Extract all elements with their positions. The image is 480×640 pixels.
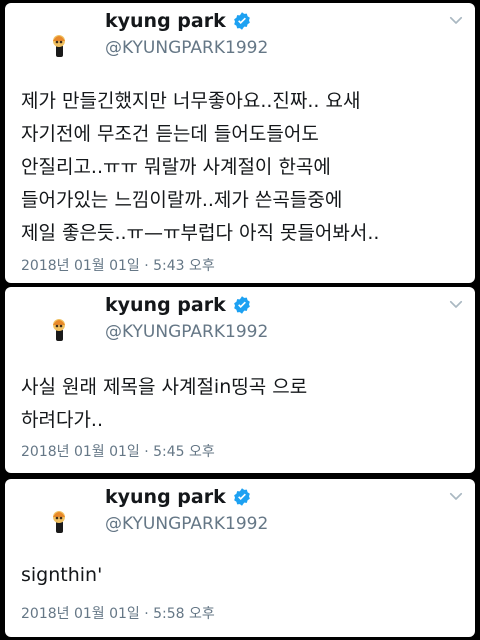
chevron-down-icon[interactable] — [447, 11, 465, 29]
tweet-timestamp[interactable]: 2018년 01월 01일 · 5:43 오후 — [21, 257, 215, 275]
author-handle[interactable]: @KYUNGPARK1992 — [105, 37, 268, 59]
tweet-text: 제가 만들긴했지만 너무좋아요..진짜.. 요새 자기전에 무조건 듣는데 들어… — [21, 90, 380, 244]
tweet-card[interactable]: kyung park @KYUNGPARK1992 제가 만들긴했지만 너무좋아… — [5, 3, 475, 283]
verified-badge-icon — [232, 11, 252, 31]
verified-badge-icon — [232, 487, 252, 507]
tweet-timestamp[interactable]: 2018년 01월 01일 · 5:45 오후 — [21, 443, 215, 461]
author-row[interactable]: kyung park — [105, 293, 252, 317]
tweet-text: signthin' — [21, 564, 103, 586]
verified-badge-icon — [232, 295, 252, 315]
avatar-image — [53, 35, 65, 57]
chevron-down-icon[interactable] — [447, 295, 465, 313]
author-name[interactable]: kyung park — [105, 293, 226, 317]
author-handle[interactable]: @KYUNGPARK1992 — [105, 513, 268, 535]
avatar[interactable] — [39, 309, 79, 349]
tweet-card[interactable]: kyung park @KYUNGPARK1992 사실 원래 제목을 사계절i… — [5, 287, 475, 473]
author-row[interactable]: kyung park — [105, 485, 252, 509]
author-row[interactable]: kyung park — [105, 9, 252, 33]
author-name[interactable]: kyung park — [105, 9, 226, 33]
avatar[interactable] — [39, 25, 79, 65]
avatar[interactable] — [39, 501, 79, 541]
tweet-card[interactable]: kyung park @KYUNGPARK1992 signthin' 2018… — [5, 479, 475, 637]
tweet-text: 사실 원래 제목을 사계절in띵곡 으로 하려다가.. — [21, 376, 308, 431]
author-handle[interactable]: @KYUNGPARK1992 — [105, 321, 268, 343]
tweet-timestamp[interactable]: 2018년 01월 01일 · 5:58 오후 — [21, 605, 215, 623]
chevron-down-icon[interactable] — [447, 487, 465, 505]
avatar-image — [53, 319, 65, 341]
author-name[interactable]: kyung park — [105, 485, 226, 509]
avatar-image — [53, 511, 65, 533]
